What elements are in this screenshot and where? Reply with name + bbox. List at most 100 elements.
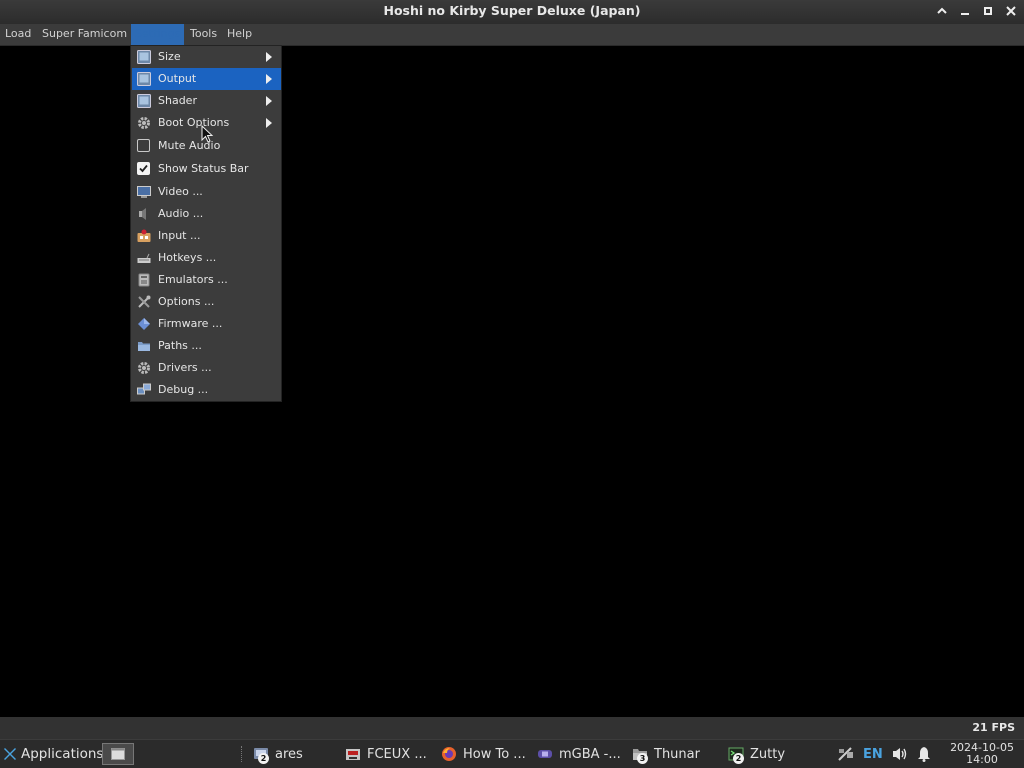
ares-icon: 2 — [253, 746, 269, 764]
menu-item-label: Paths ... — [158, 339, 202, 352]
speaker-icon — [139, 208, 146, 220]
gamepad-icon — [137, 229, 151, 242]
minimize-icon — [960, 13, 969, 15]
window-controls — [930, 0, 1022, 22]
menu-load[interactable]: Load — [1, 24, 35, 45]
menu-item-drivers[interactable]: Drivers ... — [132, 357, 281, 379]
mgba-icon — [537, 746, 553, 762]
volume-icon[interactable] — [891, 746, 909, 762]
menu-item-label: Size — [158, 50, 181, 63]
menu-item-label: Video ... — [158, 185, 203, 198]
fps-counter: 21 FPS — [972, 721, 1015, 734]
window-count-badge: 2 — [258, 753, 269, 764]
diamond-icon — [138, 318, 150, 330]
menu-item-label: Options ... — [158, 295, 215, 308]
menu-item-label: Audio ... — [158, 207, 204, 220]
menu-tools[interactable]: Tools — [186, 24, 221, 45]
settings-dropdown-menu: Size Output Shader Boot Options Mute Aud… — [130, 45, 282, 402]
menu-item-paths[interactable]: Paths ... — [132, 335, 281, 357]
desktop-icon — [111, 748, 125, 760]
menu-item-options[interactable]: Options ... — [132, 291, 281, 313]
window-titlebar: Hoshi no Kirby Super Deluxe (Japan) — [0, 0, 1024, 24]
menu-super-famicom[interactable]: Super Famicom — [38, 24, 131, 45]
submenu-arrow-icon — [266, 52, 272, 62]
menu-item-show-status-bar[interactable]: Show Status Bar — [132, 158, 281, 180]
mute-audio-checkbox[interactable] — [137, 139, 150, 152]
close-button[interactable] — [999, 0, 1022, 22]
menu-item-size[interactable]: Size — [132, 46, 281, 68]
window-title: Hoshi no Kirby Super Deluxe (Japan) — [383, 3, 641, 18]
menu-item-label: Output — [158, 72, 197, 85]
show-desktop-button[interactable] — [102, 743, 134, 765]
menubar: Load Super Famicom Settings Tools Help — [0, 24, 1024, 46]
taskbar-window-ares[interactable]: 2 ares — [253, 740, 339, 768]
menu-item-emulators[interactable]: Emulators ... — [132, 269, 281, 291]
tools-icon — [138, 295, 151, 308]
menu-help[interactable]: Help — [223, 24, 256, 45]
menu-item-label: Drivers ... — [158, 361, 212, 374]
taskbar-window-label: How To ... — [463, 746, 526, 762]
clock[interactable]: 2024-10-05 14:00 — [950, 742, 1014, 766]
folder-icon: 3 — [632, 746, 648, 764]
menu-item-firmware[interactable]: Firmware ... — [132, 313, 281, 335]
gear-icon — [138, 362, 150, 374]
menu-item-input[interactable]: Input ... — [132, 225, 281, 247]
menu-item-label: Show Status Bar — [158, 162, 249, 175]
gear-icon — [138, 117, 150, 129]
show-status-bar-checkbox[interactable] — [137, 162, 150, 175]
submenu-arrow-icon — [266, 118, 272, 128]
taskbar-window-fceux[interactable]: FCEUX ... — [345, 740, 433, 768]
applications-label: Applications — [21, 746, 104, 762]
clock-time: 14:00 — [966, 753, 998, 766]
taskbar-window-how-to[interactable]: How To ... — [441, 740, 531, 768]
folder-icon — [138, 342, 150, 351]
minimize-button[interactable] — [953, 0, 976, 22]
menu-item-output[interactable]: Output — [132, 68, 281, 90]
window-count-badge: 3 — [637, 753, 648, 764]
notification-bell-icon[interactable] — [917, 746, 931, 762]
chevron-up-icon — [936, 7, 947, 14]
taskbar-window-thunar[interactable]: 3 Thunar — [632, 740, 720, 768]
menu-item-hotkeys[interactable]: Hotkeys ... — [132, 247, 281, 269]
taskbar-window-label: Zutty — [750, 746, 786, 762]
monitor-icon — [137, 94, 151, 108]
menu-settings[interactable]: Settings — [131, 24, 185, 45]
system-tray: EN — [837, 740, 931, 768]
menu-item-label: Firmware ... — [158, 317, 223, 330]
menu-item-label: Shader — [158, 94, 197, 107]
keyboard-layout-indicator[interactable]: EN — [863, 747, 883, 762]
submenu-arrow-icon — [266, 96, 272, 106]
network-icon — [137, 383, 151, 395]
taskbar-window-label: ares — [275, 746, 303, 762]
menu-item-shader[interactable]: Shader — [132, 90, 281, 112]
menu-item-video[interactable]: Video ... — [132, 181, 281, 203]
monitor-icon — [137, 72, 151, 86]
taskbar-window-zutty[interactable]: 2 Zutty — [728, 740, 816, 768]
window-up-button[interactable] — [930, 0, 953, 22]
firefox-icon — [441, 746, 457, 762]
menu-item-audio[interactable]: Audio ... — [132, 203, 281, 225]
keyboard-icon — [137, 253, 151, 263]
submenu-arrow-icon — [266, 74, 272, 84]
checkmark-icon — [139, 164, 148, 173]
fceux-icon — [345, 746, 361, 762]
menu-item-label: Input ... — [158, 229, 201, 242]
xfce-logo-icon — [4, 748, 16, 760]
menu-item-debug[interactable]: Debug ... — [132, 379, 281, 401]
taskbar-window-label: FCEUX ... — [367, 746, 427, 762]
taskbar-separator — [241, 746, 244, 762]
menu-item-label: Hotkeys ... — [158, 251, 217, 264]
applications-menu-button[interactable]: Applications — [2, 740, 103, 768]
taskbar-window-mgba[interactable]: mGBA -... — [537, 740, 627, 768]
close-icon — [1005, 6, 1016, 16]
monitor-icon — [137, 50, 151, 64]
chip-icon — [138, 273, 150, 287]
status-bar: 21 FPS — [0, 717, 1024, 739]
window-count-badge: 2 — [733, 753, 744, 764]
taskbar: Applications 2 ares FCEUX ... How To ...… — [0, 739, 1024, 768]
network-icon[interactable] — [837, 746, 855, 762]
taskbar-window-label: mGBA -... — [559, 746, 621, 762]
maximize-button[interactable] — [976, 0, 999, 22]
maximize-icon — [983, 7, 992, 15]
terminal-icon: 2 — [728, 746, 744, 764]
